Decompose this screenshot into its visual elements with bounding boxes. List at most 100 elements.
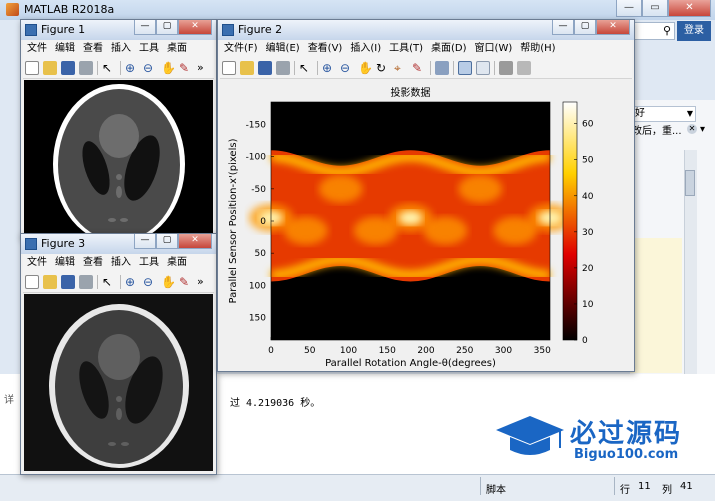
toolbar-overflow[interactable]: »	[197, 61, 204, 75]
graduation-cap-logo-icon	[496, 416, 564, 455]
pan-icon[interactable]: ✋	[161, 61, 176, 75]
minimize-button[interactable]: —	[552, 20, 574, 35]
figure2-titlebar[interactable]: Figure 2 — ▢ ✕	[218, 20, 634, 40]
maximize-button[interactable]: ▢	[156, 234, 178, 249]
right-pane-dropdown[interactable]: 好 ▼	[632, 106, 696, 122]
print-icon[interactable]	[276, 61, 290, 75]
figure3-titlebar[interactable]: Figure 3 — ▢ ✕	[21, 234, 216, 254]
chart-title: 投影数据	[391, 86, 431, 99]
toolbar-separator	[430, 61, 431, 75]
data-cursor-icon[interactable]: ⌖	[394, 61, 408, 75]
menu-help[interactable]: 帮助(H)	[516, 40, 559, 58]
status-col-label: 列	[662, 485, 672, 496]
close-button[interactable]: ✕	[668, 0, 711, 17]
pan-icon[interactable]: ✋	[358, 61, 373, 75]
open-folder-icon[interactable]	[240, 61, 254, 75]
rotate-icon[interactable]: ↻	[376, 61, 390, 75]
menu-edit[interactable]: 编辑	[51, 254, 79, 272]
chevron-down-icon: ▼	[686, 109, 693, 118]
maximize-button[interactable]: ▢	[156, 20, 178, 35]
menu-view[interactable]: 查看(V)	[304, 40, 347, 58]
figure1-controls: — ▢ ✕	[134, 20, 212, 36]
save-icon[interactable]	[258, 61, 272, 75]
login-button[interactable]: 登录	[677, 21, 711, 41]
new-file-icon[interactable]	[25, 275, 39, 289]
open-folder-icon[interactable]	[43, 275, 57, 289]
colorbar-tick-label: 10	[582, 300, 594, 310]
menu-file[interactable]: 文件	[23, 40, 51, 58]
menu-edit[interactable]: 编辑(E)	[262, 40, 304, 58]
figure2-window[interactable]: Figure 2 — ▢ ✕ 文件(F) 编辑(E) 查看(V) 插入(I) 工具(T) 桌面…	[217, 19, 635, 372]
status-row-label: 行	[620, 485, 630, 496]
zoom-out-icon[interactable]: ⊖	[143, 275, 157, 289]
menu-tools[interactable]: 工具	[135, 40, 163, 58]
zoom-in-icon[interactable]: ⊕	[125, 275, 139, 289]
menu-desktop[interactable]: 桌面(D)	[427, 40, 471, 58]
pan-icon[interactable]: ✋	[161, 275, 176, 289]
link-plot-icon[interactable]	[435, 61, 449, 75]
peak-highlight	[398, 210, 423, 225]
colorbar-icon[interactable]	[458, 61, 472, 75]
maximize-button[interactable]: ▢	[574, 20, 596, 35]
open-folder-icon[interactable]	[43, 61, 57, 75]
zoom-out-icon[interactable]: ⊖	[143, 61, 157, 75]
menu-insert[interactable]: 插入	[107, 40, 135, 58]
new-file-icon[interactable]	[222, 61, 236, 75]
menu-insert[interactable]: 插入(I)	[346, 40, 385, 58]
menu-file[interactable]: 文件(F)	[220, 40, 262, 58]
zoom-in-icon[interactable]: ⊕	[125, 61, 139, 75]
zoom-out-icon[interactable]: ⊖	[340, 61, 354, 75]
figure3-window[interactable]: Figure 3 —▢✕ 文件编辑查看插入工具桌面窗口帮助 ↖ ⊕ ⊖ ✋✎ »	[20, 233, 217, 475]
figure1-titlebar[interactable]: Figure 1 — ▢ ✕	[21, 20, 216, 40]
menu-view[interactable]: 查看	[79, 254, 107, 272]
cursor-icon[interactable]: ↖	[299, 61, 313, 75]
menu-desktop[interactable]: 桌面	[163, 40, 191, 58]
close-button[interactable]: ✕	[596, 20, 630, 35]
minimize-button[interactable]: —	[616, 0, 642, 17]
intensity-lobe	[353, 216, 398, 245]
close-button[interactable]: ✕	[178, 234, 212, 249]
minimize-button[interactable]: —	[134, 20, 156, 35]
print-icon[interactable]	[79, 275, 93, 289]
toolbar-separator	[453, 61, 454, 75]
colorbar-tick-label: 30	[582, 228, 594, 238]
figure2-toolbar: ↖ ⊕ ⊖ ✋ ↻ ⌖ ✎	[220, 58, 632, 79]
x-tick-label: 150	[379, 346, 396, 356]
cursor-icon[interactable]: ↖	[102, 61, 116, 75]
menu-file[interactable]: 文件	[23, 254, 51, 272]
menu-view[interactable]: 查看	[79, 40, 107, 58]
minimize-button[interactable]: —	[134, 234, 156, 249]
zoom-in-icon[interactable]: ⊕	[322, 61, 336, 75]
menu-insert[interactable]: 插入	[107, 254, 135, 272]
figure-icon	[25, 24, 37, 36]
save-icon[interactable]	[61, 275, 75, 289]
cursor-icon[interactable]: ↖	[102, 275, 116, 289]
hide-tools-icon[interactable]	[499, 61, 513, 75]
new-file-icon[interactable]	[25, 61, 39, 75]
legend-icon[interactable]	[476, 61, 490, 75]
print-icon[interactable]	[79, 61, 93, 75]
toolbar-overflow[interactable]: »	[197, 275, 204, 289]
maximize-button[interactable]: ▭	[642, 0, 668, 17]
menu-edit[interactable]: 编辑	[51, 40, 79, 58]
save-icon[interactable]	[61, 61, 75, 75]
menu-tools[interactable]: 工具(T)	[385, 40, 427, 58]
dismiss-icon[interactable]: ✕	[687, 124, 697, 134]
chevron-down-icon[interactable]: ▾	[700, 124, 705, 135]
brush-icon[interactable]: ✎	[179, 61, 193, 75]
menu-desktop[interactable]: 桌面	[163, 254, 191, 272]
x-tick-label: 0	[268, 346, 274, 356]
scrollbar-thumb[interactable]	[685, 170, 695, 196]
show-tools-icon[interactable]	[517, 61, 531, 75]
y-tick-label: -100	[246, 153, 267, 163]
figure1-window[interactable]: Figure 1 —▢✕ 文件编辑查看插入工具桌面窗口帮助 ↖ ⊕ ⊖ ✋✎ »	[20, 19, 217, 239]
brush-icon[interactable]: ✎	[179, 275, 193, 289]
status-col-value: 41	[680, 481, 693, 492]
menu-window[interactable]: 窗口(W)	[471, 40, 517, 58]
status-bar	[0, 474, 715, 501]
plot-area: 0 50 100 150 200 250 300 350 -150-100-500501001…	[228, 86, 594, 369]
menu-tools[interactable]: 工具	[135, 254, 163, 272]
brush-icon[interactable]: ✎	[412, 61, 426, 75]
command-window-label: 详	[4, 395, 14, 406]
close-button[interactable]: ✕	[178, 20, 212, 35]
